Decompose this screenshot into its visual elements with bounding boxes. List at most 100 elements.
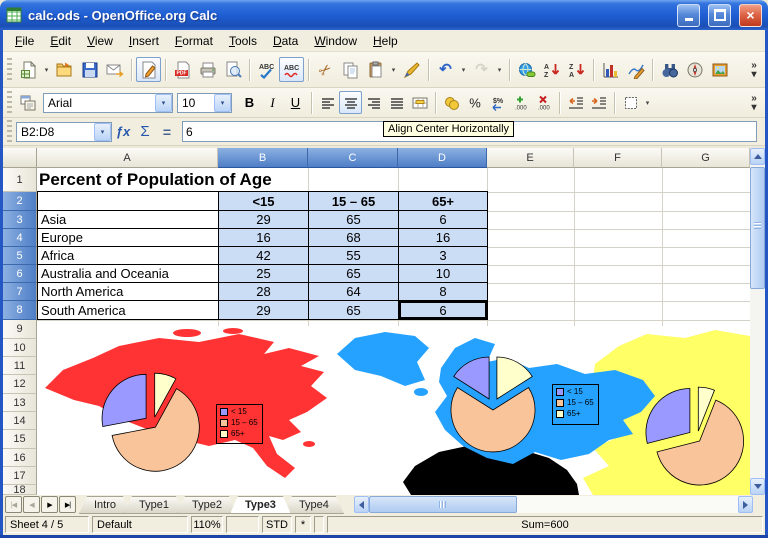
sheet-tab-type1[interactable]: Type1: [124, 496, 184, 514]
row-header-4[interactable]: 4: [3, 229, 37, 247]
sheet-tab-type2[interactable]: Type2: [177, 496, 237, 514]
save-button[interactable]: [77, 57, 102, 82]
sheet-tab-type3-active[interactable]: Type3: [230, 496, 291, 514]
cell-A3[interactable]: Asia: [38, 211, 219, 229]
chart-legend[interactable]: < 15 15 – 65 65+: [216, 404, 263, 444]
column-header-C[interactable]: C: [308, 148, 398, 168]
print-button[interactable]: [195, 57, 220, 82]
row-header-11[interactable]: 11: [3, 357, 37, 375]
maximize-button[interactable]: [708, 4, 731, 27]
cell-C3[interactable]: 65: [309, 211, 399, 229]
justified-button[interactable]: [385, 91, 408, 114]
paste-dropdown[interactable]: ▾: [388, 57, 399, 82]
horizontal-scrollbar[interactable]: [354, 496, 753, 513]
cell-A6[interactable]: Australia and Oceania: [38, 265, 219, 283]
find-replace-button[interactable]: [657, 57, 682, 82]
column-header-E[interactable]: E: [487, 148, 574, 168]
email-document-button[interactable]: [102, 57, 127, 82]
row-header-6[interactable]: 6: [3, 265, 37, 283]
status-sum[interactable]: Sum=600: [327, 516, 763, 533]
font-name-combobox[interactable]: Arial ▾: [43, 93, 173, 113]
sort-ascending-button[interactable]: A Z: [539, 57, 564, 82]
sheet-tab-type4[interactable]: Type4: [284, 496, 344, 514]
cell-A7[interactable]: North America: [38, 283, 219, 301]
chevron-down-icon[interactable]: ▾: [155, 94, 172, 112]
decrease-indent-button[interactable]: [564, 91, 587, 114]
toolbar-grip[interactable]: [7, 120, 12, 144]
close-button[interactable]: ×: [739, 4, 762, 27]
sheet-tab-intro[interactable]: Intro: [79, 496, 131, 514]
toolbar-grip[interactable]: [7, 91, 12, 115]
select-all-corner[interactable]: [3, 148, 37, 168]
cell-A2[interactable]: [38, 192, 219, 211]
row-header-12[interactable]: 12: [3, 375, 37, 394]
cell-C4[interactable]: 68: [309, 229, 399, 247]
italic-button[interactable]: I: [261, 91, 284, 114]
standard-format-button[interactable]: $%: [486, 91, 509, 114]
name-box[interactable]: B2:D8 ▾: [16, 122, 112, 142]
undo-button[interactable]: ↶: [433, 57, 458, 82]
redo-button[interactable]: ↷: [469, 57, 494, 82]
row-header-17[interactable]: 17: [3, 467, 37, 485]
cut-button[interactable]: ✂: [313, 57, 338, 82]
column-header-A[interactable]: A: [37, 148, 218, 168]
align-left-button[interactable]: [316, 91, 339, 114]
menu-window[interactable]: Window: [306, 31, 365, 51]
add-decimal-button[interactable]: .000: [509, 91, 532, 114]
cell-B5[interactable]: 42: [219, 247, 309, 265]
row-header-2[interactable]: 2: [3, 192, 37, 211]
copy-button[interactable]: [338, 57, 363, 82]
row-header-7[interactable]: 7: [3, 283, 37, 301]
styles-and-formatting-button[interactable]: [16, 91, 39, 114]
percent-format-button[interactable]: %: [463, 91, 486, 114]
row-header-1[interactable]: 1: [3, 168, 37, 192]
cell-grid[interactable]: Percent of Population of Age <15 15 – 65…: [37, 168, 750, 495]
status-page-style[interactable]: Default: [92, 516, 188, 533]
row-header-13[interactable]: 13: [3, 394, 37, 412]
function-button[interactable]: =: [156, 119, 178, 144]
borders-button[interactable]: [619, 91, 642, 114]
status-insert-mode[interactable]: [226, 516, 259, 533]
cell-A1-title[interactable]: Percent of Population of Age: [39, 168, 280, 192]
column-header-B[interactable]: B: [218, 148, 308, 168]
menu-tools[interactable]: Tools: [221, 31, 265, 51]
toolbar-grip[interactable]: [7, 58, 12, 82]
cell-C6[interactable]: 65: [309, 265, 399, 283]
row-header-18[interactable]: 18: [3, 485, 37, 495]
cell-B4[interactable]: 16: [219, 229, 309, 247]
chart-legend[interactable]: < 15 15 – 65 65+: [552, 384, 599, 425]
chevron-down-icon[interactable]: ▾: [94, 123, 111, 141]
horizontal-scroll-thumb[interactable]: [369, 496, 517, 513]
font-size-combobox[interactable]: 10 ▾: [177, 93, 232, 113]
bold-button[interactable]: B: [238, 91, 261, 114]
first-sheet-button[interactable]: |◀: [5, 496, 22, 513]
scroll-up-button[interactable]: [750, 148, 765, 165]
menu-data[interactable]: Data: [265, 31, 306, 51]
column-header-G[interactable]: G: [662, 148, 750, 168]
align-right-button[interactable]: [362, 91, 385, 114]
row-header-3[interactable]: 3: [3, 211, 37, 229]
gallery-button[interactable]: [707, 57, 732, 82]
row-header-10[interactable]: 10: [3, 339, 37, 357]
last-sheet-button[interactable]: ▶|: [59, 496, 76, 513]
undo-dropdown[interactable]: ▾: [458, 57, 469, 82]
redo-dropdown[interactable]: ▾: [494, 57, 505, 82]
row-header-14[interactable]: 14: [3, 412, 37, 430]
cell-B7[interactable]: 28: [219, 283, 309, 301]
menu-help[interactable]: Help: [365, 31, 406, 51]
cell-C8[interactable]: 65: [309, 301, 399, 320]
scroll-right-button[interactable]: [738, 496, 753, 513]
cell-C7[interactable]: 64: [309, 283, 399, 301]
menu-view[interactable]: View: [79, 31, 121, 51]
cell-D5[interactable]: 3: [399, 247, 488, 265]
next-sheet-button[interactable]: ▶: [41, 496, 58, 513]
row-header-8[interactable]: 8: [3, 301, 37, 320]
cell-B3[interactable]: 29: [219, 211, 309, 229]
menu-insert[interactable]: Insert: [121, 31, 167, 51]
column-header-D[interactable]: D: [398, 148, 487, 168]
sum-button[interactable]: Σ: [134, 119, 156, 144]
function-wizard-button[interactable]: ƒx: [112, 119, 134, 144]
age-distribution-chart[interactable]: < 15 15 – 65 65+ < 15 15 – 65 65+: [37, 326, 750, 495]
menu-edit[interactable]: Edit: [42, 31, 79, 51]
chevron-down-icon[interactable]: ▾: [214, 94, 231, 112]
